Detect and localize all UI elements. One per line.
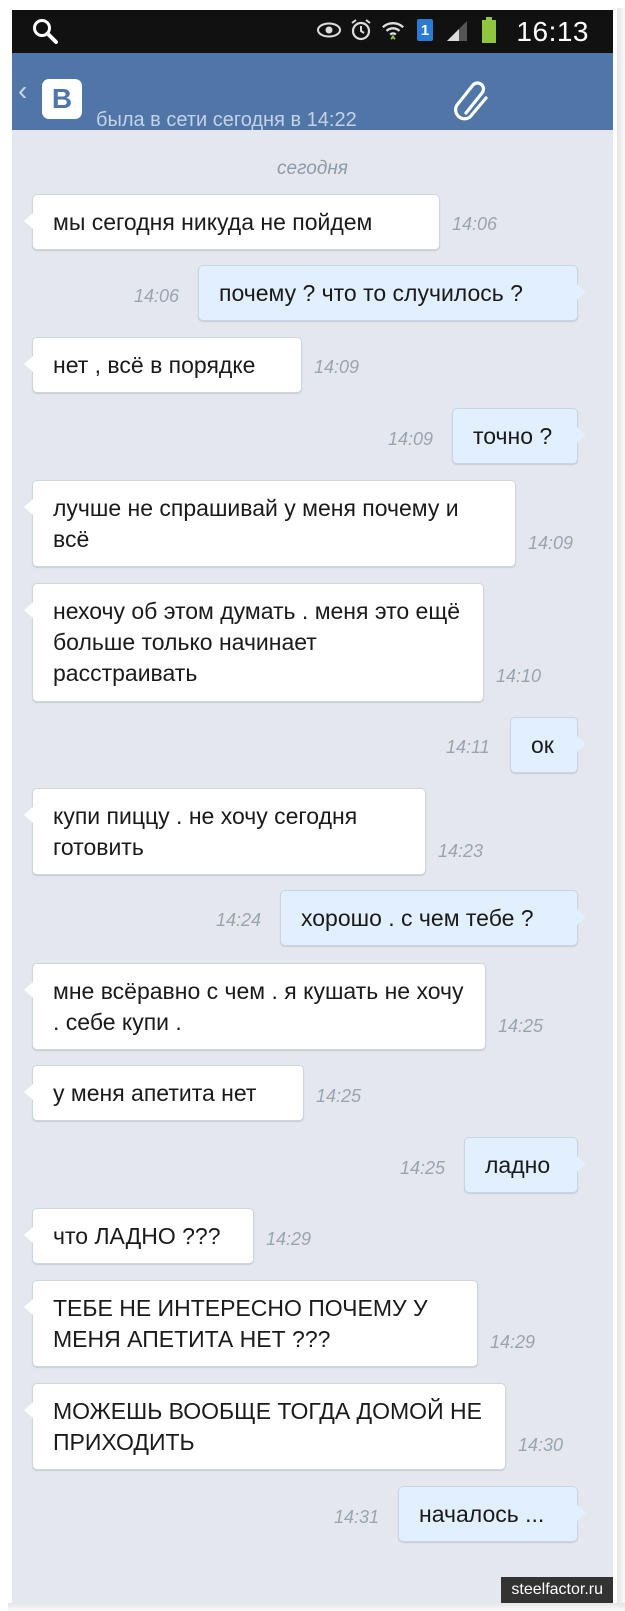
message-time: 14:25	[316, 1086, 362, 1106]
message-time: 14:31	[334, 1507, 380, 1527]
frame-shadow-bottom	[8, 1603, 625, 1611]
message-text: ладно	[485, 1152, 551, 1178]
message-text: почему ? что то случилось ?	[219, 280, 523, 306]
message-bubble-outgoing[interactable]: началось ...	[398, 1486, 586, 1542]
message-bubble-incoming[interactable]: ТЕБЕ НЕ ИНТЕРЕСНО ПОЧЕМУ У МЕНЯ АПЕТИТА …	[24, 1280, 478, 1367]
message-time: 14:30	[518, 1435, 564, 1455]
message-text: нет , всё в порядке	[53, 352, 256, 378]
battery-icon	[477, 17, 501, 43]
message-text: ок	[531, 732, 554, 758]
status-icons: 1	[317, 17, 501, 43]
chat-header: ‹ В была в сети сегодня в 14:22	[12, 53, 613, 131]
message-time: 14:09	[388, 429, 434, 449]
message-time: 14:06	[134, 286, 180, 306]
message-bubble-outgoing[interactable]: ок	[510, 717, 586, 773]
message-time: 14:23	[438, 841, 484, 861]
screenshot-frame: 1 16:13 ‹ В была в сети сегодня в 14:22 …	[0, 0, 625, 1611]
alarm-icon	[349, 18, 373, 42]
signal-icon	[445, 18, 469, 42]
message-bubble-outgoing[interactable]: почему ? что то случилось ?	[198, 265, 586, 321]
message-time: 14:09	[528, 533, 574, 553]
message-bubble-incoming[interactable]: нехочу об этом думать . меня это ещё бол…	[24, 583, 484, 702]
back-chevron-icon[interactable]: ‹	[18, 75, 27, 107]
message-time: 14:29	[266, 1229, 312, 1249]
message-text: мы сегодня никуда не пойдем	[53, 209, 373, 235]
sim-icon: 1	[413, 18, 437, 42]
vk-logo[interactable]: В	[42, 79, 82, 119]
status-bar: 1 16:13	[12, 10, 613, 53]
message-time: 14:25	[498, 1016, 544, 1036]
message-text: точно ?	[473, 423, 553, 449]
message-bubble-incoming[interactable]: мы сегодня никуда не пойдем	[24, 194, 440, 250]
last-seen-status: была в сети сегодня в 14:22	[96, 109, 357, 131]
message-text: началось ...	[419, 1501, 545, 1527]
message-text: МОЖЕШЬ ВООБЩЕ ТОГДА ДОМОЙ НЕ ПРИХОДИТЬ	[53, 1398, 482, 1455]
message-text: купи пиццу . не хочу сегодня готовить	[53, 803, 358, 860]
frame-shadow-right	[617, 8, 625, 1603]
message-bubble-incoming[interactable]: у меня апетита нет	[24, 1065, 304, 1121]
clock: 16:13	[516, 16, 589, 47]
message-text: у меня апетита нет	[53, 1080, 257, 1106]
watermark: steelfactor.ru	[501, 1577, 613, 1603]
search-icon[interactable]	[32, 18, 58, 44]
paperclip-icon[interactable]	[448, 77, 498, 127]
message-text: что ЛАДНО ???	[53, 1223, 221, 1249]
message-bubble-outgoing[interactable]: ладно	[464, 1137, 586, 1193]
message-time: 14:09	[314, 357, 360, 377]
message-time: 14:29	[490, 1332, 536, 1352]
message-bubble-outgoing[interactable]: хорошо . с чем тебе ?	[280, 890, 586, 946]
eye-icon	[317, 18, 341, 42]
message-bubble-incoming[interactable]: мне всёравно с чем . я кушать не хочу . …	[24, 963, 486, 1050]
message-text: нехочу об этом думать . меня это ещё бол…	[53, 598, 461, 686]
wifi-icon	[381, 18, 405, 42]
date-separator: сегодня	[277, 158, 348, 179]
message-bubble-incoming[interactable]: лучше не спрашивай у меня почему и всё	[24, 480, 516, 567]
message-time: 14:10	[496, 666, 542, 686]
message-text: хорошо . с чем тебе ?	[301, 905, 534, 931]
phone-screen: 1 16:13 ‹ В была в сети сегодня в 14:22 …	[12, 10, 613, 1604]
message-bubble-incoming[interactable]: купи пиццу . не хочу сегодня готовить	[24, 788, 426, 875]
message-bubble-incoming[interactable]: нет , всё в порядке	[24, 337, 302, 393]
message-time: 14:25	[400, 1158, 446, 1178]
message-time: 14:11	[446, 737, 490, 757]
message-time: 14:06	[452, 214, 498, 234]
message-bubble-incoming[interactable]: что ЛАДНО ???	[24, 1208, 254, 1264]
message-text: лучше не спрашивай у меня почему и всё	[53, 495, 459, 552]
message-bubble-outgoing[interactable]: точно ?	[452, 408, 586, 464]
message-bubble-incoming[interactable]: МОЖЕШЬ ВООБЩЕ ТОГДА ДОМОЙ НЕ ПРИХОДИТЬ	[24, 1383, 506, 1470]
sim-label: 1	[417, 19, 433, 41]
message-time: 14:24	[216, 910, 262, 930]
message-text: ТЕБЕ НЕ ИНТЕРЕСНО ПОЧЕМУ У МЕНЯ АПЕТИТА …	[53, 1295, 428, 1352]
message-text: мне всёравно с чем . я кушать не хочу . …	[53, 978, 464, 1035]
